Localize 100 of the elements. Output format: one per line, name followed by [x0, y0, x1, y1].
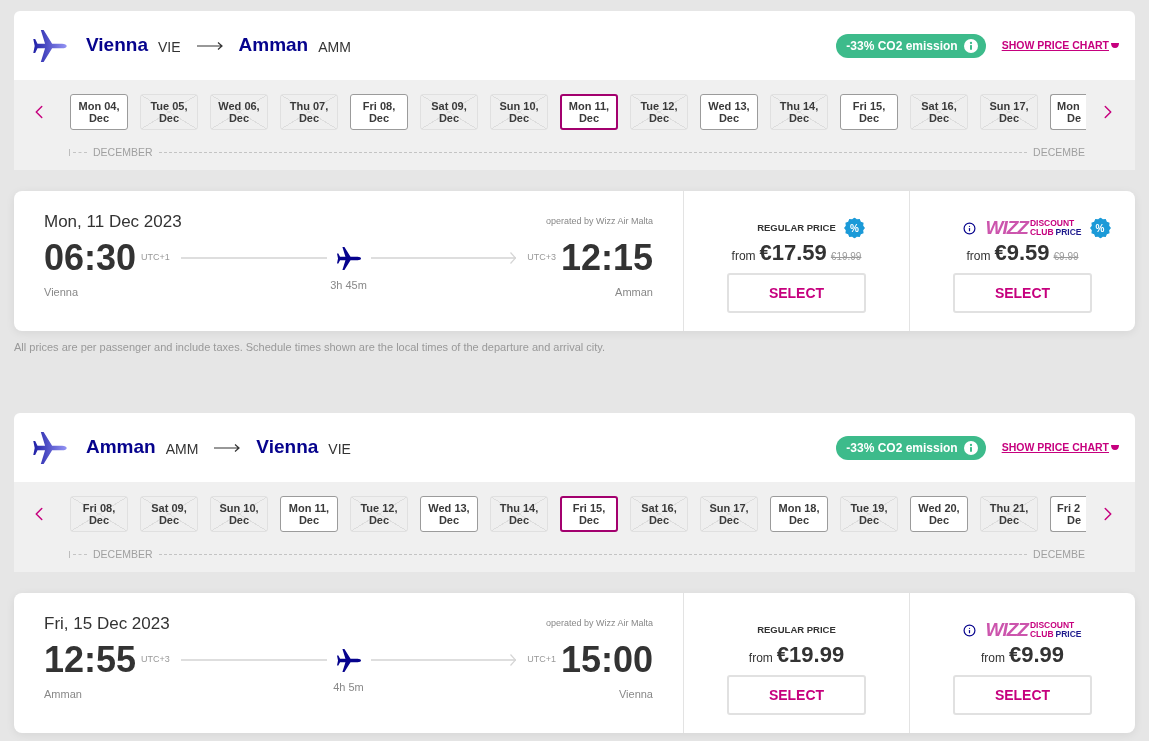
date-chip[interactable]: Fri 08, Dec [70, 496, 128, 532]
month-label: DECEMBER [93, 548, 153, 560]
date-chip[interactable]: Fri 15, Dec [840, 94, 898, 130]
date-chip[interactable]: Sun 10, Dec [210, 496, 268, 532]
arrow-icon [196, 40, 223, 51]
price-note: All prices are per passenger and include taxes. Schedule times shown are the local times of the departure and arrival city. [14, 340, 607, 354]
arrival-city: Vienna [618, 687, 653, 701]
date-chip[interactable]: Sat 16, Dec [910, 94, 968, 130]
from-label: from [980, 650, 1005, 667]
discount-badge: % [843, 217, 865, 239]
arrival-time: 15:00 [560, 642, 653, 678]
logo-text: DISCOUNT [1029, 219, 1076, 228]
departure-city: Amman [44, 687, 82, 701]
utc-offset: UTC+3 [141, 653, 170, 667]
show-price-chart-link[interactable]: SHOW PRICE CHART [1001, 37, 1119, 54]
from-label: from [748, 650, 773, 667]
airplane-icon [33, 29, 67, 62]
utc-offset: UTC+1 [141, 251, 170, 265]
date-chip[interactable]: Thu 14, Dec [770, 94, 828, 130]
date-chip[interactable]: Thu 21, Dec [980, 496, 1038, 532]
airplane-icon [336, 246, 361, 270]
utc-offset: UTC+3 [527, 251, 556, 265]
flight-date: Fri, 15 Dec 2023 [44, 613, 170, 636]
fare-label: REGULAR PRICE [757, 220, 836, 235]
date-chip[interactable]: Mon 11, Dec [280, 496, 338, 532]
operator-text: operated by Wizz Air Malta [545, 617, 653, 631]
airplane-icon [336, 648, 361, 672]
date-chip[interactable]: Wed 13, Dec [700, 94, 758, 130]
logo-text: PRICE [1055, 630, 1082, 639]
flight-duration: 3h 45m [330, 278, 367, 292]
fare-label: REGULAR PRICE [757, 622, 836, 637]
destination-city: Vienna [256, 435, 319, 460]
discount-badge: % [1089, 217, 1111, 239]
show-price-chart-link[interactable]: SHOW PRICE CHART [1001, 439, 1119, 456]
info-icon [963, 440, 978, 455]
date-chip[interactable]: Sat 09, Dec [140, 496, 198, 532]
date-chip[interactable]: Thu 14, Dec [490, 496, 548, 532]
from-label: from [731, 248, 756, 265]
date-chip[interactable]: Sat 16, Dec [630, 496, 688, 532]
logo-text: CLUB [1029, 630, 1054, 639]
select-button[interactable]: SELECT [727, 273, 866, 313]
logo-text: CLUB [1029, 228, 1054, 237]
departure-time: 12:55 [44, 642, 137, 678]
origin-city: Amman [86, 435, 156, 460]
fare-price: €19.99 [776, 642, 845, 668]
old-price: €19.99 [830, 250, 862, 264]
departure-city: Vienna [44, 285, 79, 299]
date-chip[interactable]: Sun 10, Dec [490, 94, 548, 130]
fare-price: €17.59 [759, 240, 827, 266]
select-button[interactable]: SELECT [727, 675, 866, 715]
flight-duration: 4h 5m [333, 680, 364, 694]
date-chip[interactable]: Mon 11, Dec [560, 94, 618, 130]
wizz-wordmark: WIZZ [985, 620, 1028, 640]
utc-offset: UTC+1 [527, 653, 556, 667]
caret-icon [1111, 445, 1119, 450]
date-chip[interactable]: Tue 19, Dec [840, 496, 898, 532]
wizz-wordmark: WIZZ [985, 218, 1028, 238]
logo-text: PRICE [1055, 228, 1082, 237]
logo-text: DISCOUNT [1029, 621, 1076, 630]
info-icon [963, 38, 978, 53]
date-chip[interactable]: Fri 2 De [1050, 496, 1086, 532]
departure-time: 06:30 [44, 240, 137, 276]
flight-date: Mon, 11 Dec 2023 [44, 211, 182, 234]
date-chip[interactable]: Wed 20, Dec [910, 496, 968, 532]
from-label: from [966, 248, 991, 265]
month-label: DECEMBER [93, 146, 153, 158]
airplane-icon [33, 431, 67, 464]
date-chip[interactable]: Wed 13, Dec [420, 496, 478, 532]
arrival-time: 12:15 [560, 240, 653, 276]
date-chip[interactable]: Sat 09, Dec [420, 94, 478, 130]
date-chip[interactable]: Tue 12, Dec [350, 496, 408, 532]
date-chip[interactable]: Sun 17, Dec [700, 496, 758, 532]
operator-text: operated by Wizz Air Malta [545, 215, 653, 229]
month-label: DECEMBE [1033, 146, 1085, 158]
date-chip[interactable]: Sun 17, Dec [980, 94, 1038, 130]
date-chip[interactable]: Fri 08, Dec [350, 94, 408, 130]
destination-code: VIE [328, 439, 351, 459]
fare-price: €9.59 [994, 240, 1050, 266]
date-chip[interactable]: Tue 12, Dec [630, 94, 688, 130]
info-icon[interactable] [963, 221, 977, 235]
origin-city: Vienna [86, 33, 148, 58]
origin-code: VIE [157, 37, 181, 57]
fare-price: €9.99 [1008, 642, 1065, 668]
caret-icon [1111, 43, 1119, 48]
date-chip[interactable]: Thu 07, Dec [280, 94, 338, 130]
destination-code: AMM [318, 37, 351, 57]
month-label: DECEMBE [1033, 548, 1085, 560]
date-chip[interactable]: Mon De [1050, 94, 1086, 130]
date-chip[interactable]: Fri 15, Dec [560, 496, 618, 532]
old-price: €9.99 [1053, 250, 1079, 264]
arrival-city: Amman [615, 285, 653, 299]
arrow-icon [214, 442, 241, 453]
info-icon[interactable] [963, 623, 977, 637]
date-chip[interactable]: Tue 05, Dec [140, 94, 198, 130]
origin-code: AMM [165, 439, 199, 459]
select-button[interactable]: SELECT [953, 273, 1092, 313]
date-chip[interactable]: Mon 18, Dec [770, 496, 828, 532]
date-chip[interactable]: Wed 06, Dec [210, 94, 268, 130]
date-chip[interactable]: Mon 04, Dec [70, 94, 128, 130]
select-button[interactable]: SELECT [953, 675, 1092, 715]
